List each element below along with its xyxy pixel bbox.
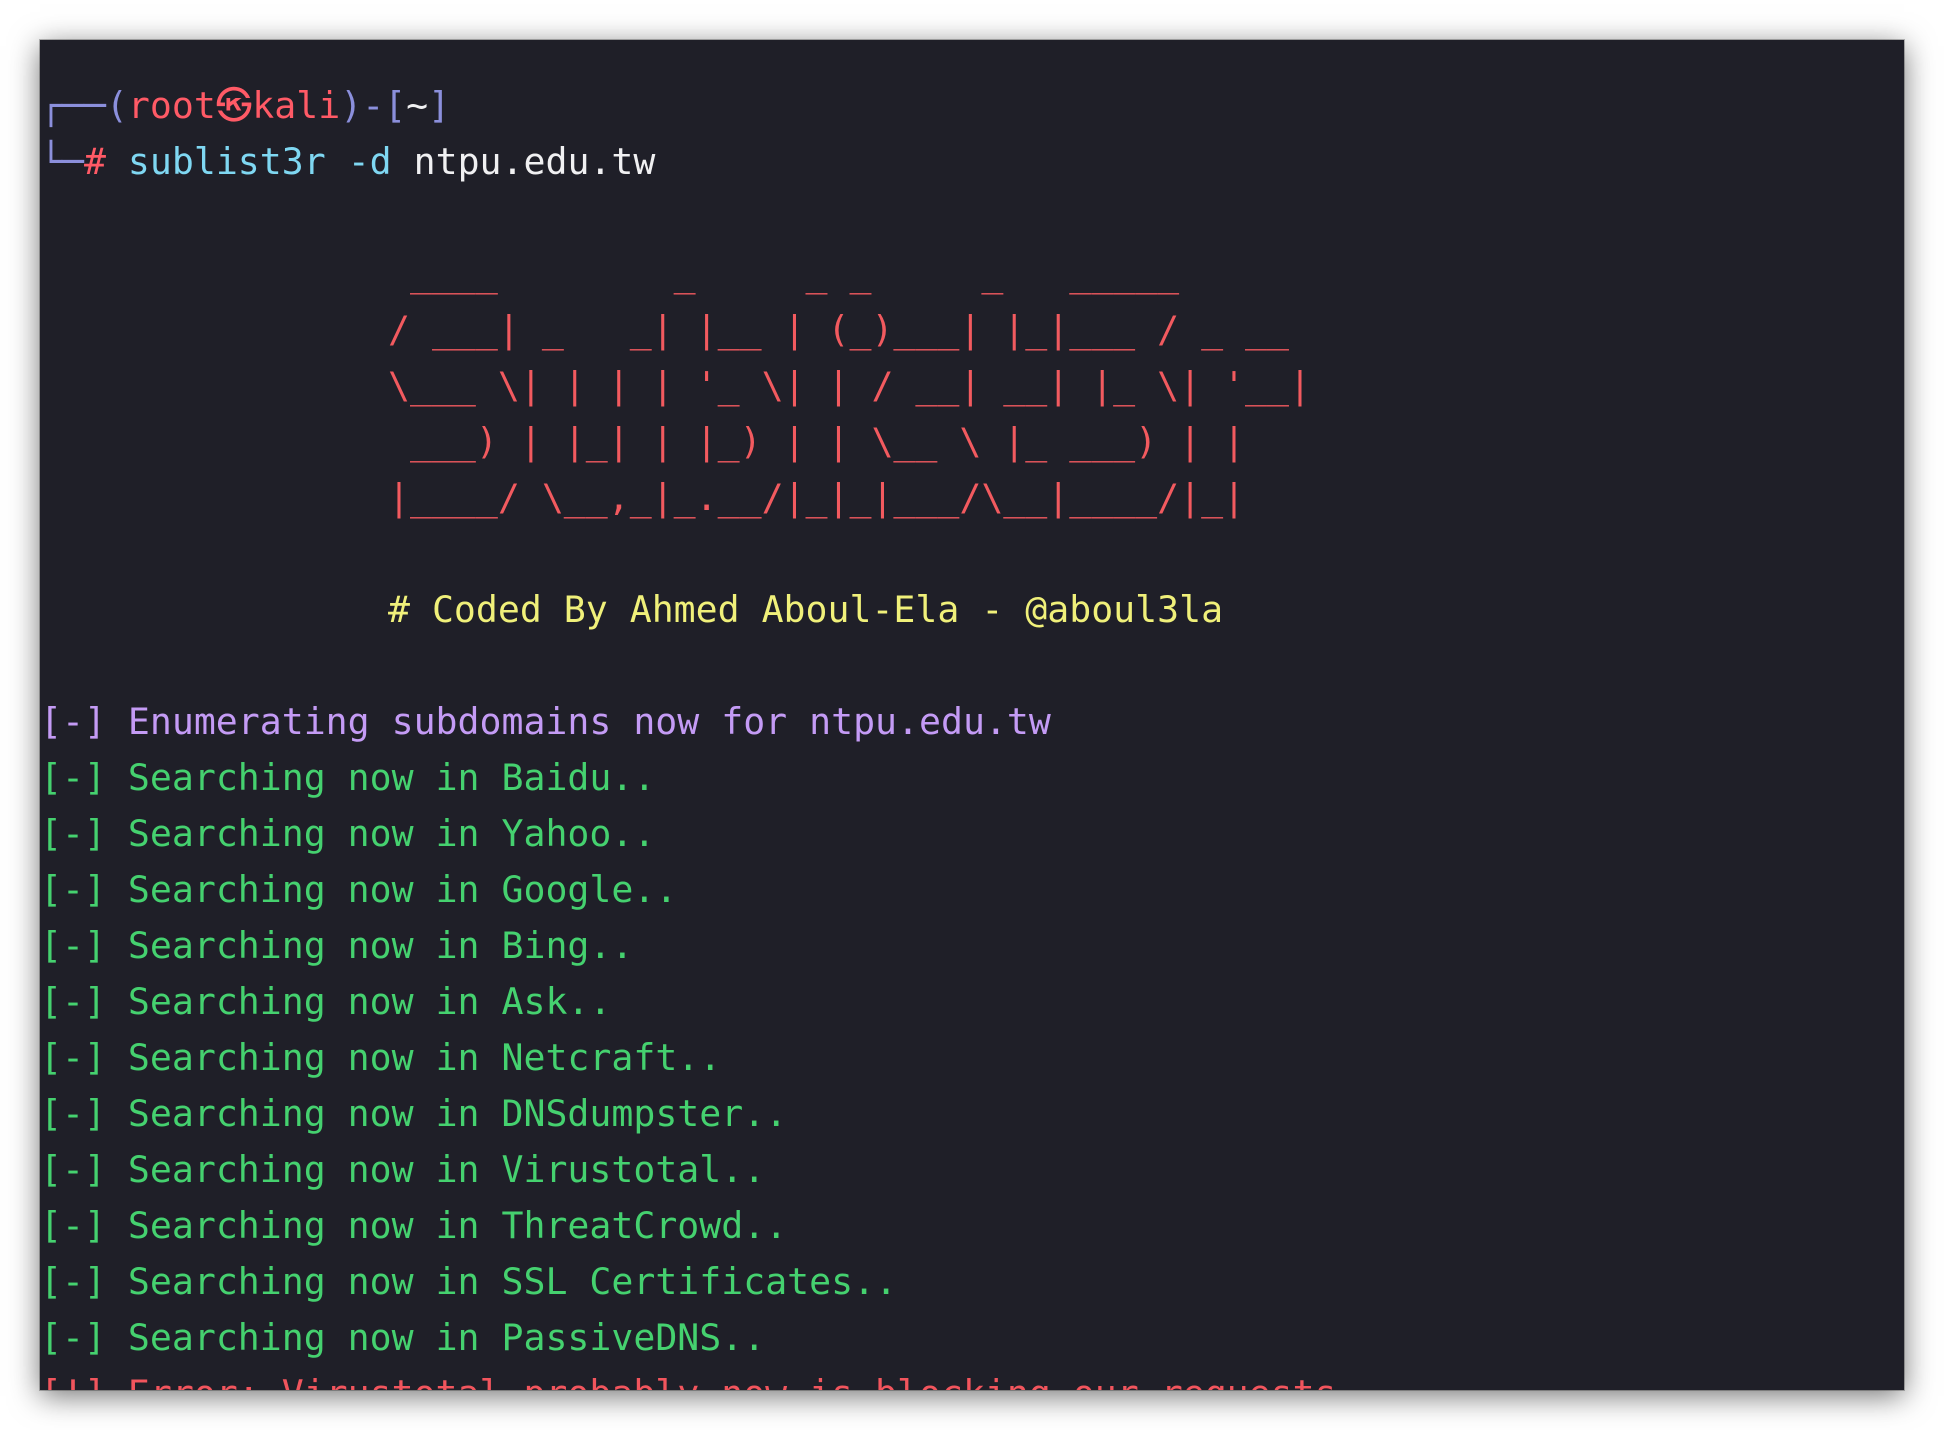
status-prefix: [-] [40,1260,106,1303]
status-text: Searching now in Google.. [127,868,678,911]
command-flag: -d [347,140,392,183]
status-text: Searching now in Ask.. [127,980,612,1023]
enumerating-status: [-] Enumerating subdomains now for ntpu.… [40,700,1051,743]
prompt-frame-open: ┌──( [40,84,128,127]
status-prefix: [-] [40,1036,106,1079]
status-text: Searching now in Bing.. [127,924,634,967]
search-status-line: [-] Searching now in Baidu.. [40,750,655,806]
status-prefix: [-] [40,1092,106,1135]
search-status-line: [-] Searching now in SSL Certificates.. [40,1254,897,1310]
command-argument: ntpu.edu.tw [413,140,656,183]
status-text: Searching now in Yahoo.. [127,812,656,855]
status-text: Searching now in Netcraft.. [127,1036,722,1079]
status-prefix: [-] [40,756,106,799]
prompt-symbol: # [83,140,106,183]
status-prefix: [-] [40,924,106,967]
banner-line: \___ \| | | | '_ \| | / __| __| |_ \| '_… [388,364,1311,407]
prompt-header-line: ┌──(root㉿kali)-[~] [40,78,450,134]
status-text: Searching now in Baidu.. [127,756,656,799]
status-text: Searching now in ThreatCrowd.. [127,1204,788,1247]
search-status-line: [-] Searching now in DNSdumpster.. [40,1086,787,1142]
status-text: Searching now in PassiveDNS.. [127,1316,766,1359]
search-status-line: [-] Searching now in ThreatCrowd.. [40,1198,787,1254]
prompt-frame-mid: )-[ [340,84,407,127]
banner-line: / ___| _ _| |__ | (_)___| |_|___ / _ __ [388,308,1289,351]
prompt-cwd: ~ [406,84,429,127]
banner-line: |____/ \__,_|_.__/|_|_|___/\__|____/|_| [388,476,1246,519]
error-message: [!] Error: Virustotal probably now is bl… [40,1366,1337,1390]
status-text: Searching now in DNSdumpster.. [127,1092,788,1135]
search-status-line: [-] Searching now in Bing.. [40,918,633,974]
status-text: Searching now in Virustotal.. [127,1148,766,1191]
prompt-frame-close: ] [428,84,451,127]
search-status-line: [-] Searching now in Ask.. [40,974,611,1030]
banner-line: ___) | |_| | |_) | | \__ \ |_ ___) | | [388,420,1246,463]
status-prefix: [-] [40,812,106,855]
search-status-line: [-] Searching now in Yahoo.. [40,806,655,862]
command-line: └─# sublist3r -d ntpu.edu.tw [40,134,655,190]
search-status-line: [-] Searching now in Virustotal.. [40,1142,765,1198]
banner-credit: # Coded By Ahmed Aboul-Ela - @aboul3la [388,588,1224,631]
status-prefix: [-] [40,868,106,911]
search-status-line: [-] Searching now in PassiveDNS.. [40,1310,765,1366]
command-name: sublist3r [127,140,326,183]
terminal-output: ┌──(root㉿kali)-[~] └─# sublist3r -d ntpu… [40,40,1904,1390]
status-prefix: [-] [40,1316,106,1359]
search-status-line: [-] Searching now in Google.. [40,862,677,918]
search-status-line: [-] Searching now in Netcraft.. [40,1030,721,1086]
status-prefix: [-] [40,1204,106,1247]
status-prefix: [-] [40,980,106,1023]
terminal-window[interactable]: ┌──(root㉿kali)-[~] └─# sublist3r -d ntpu… [40,40,1904,1390]
status-text: Searching now in SSL Certificates.. [127,1260,898,1303]
prompt-frame-bottom: └─ [40,140,84,183]
prompt-user-host: root㉿kali [127,84,341,127]
status-prefix: [-] [40,1148,106,1191]
banner-line: ____ _ _ _ _ _____ [388,252,1180,295]
